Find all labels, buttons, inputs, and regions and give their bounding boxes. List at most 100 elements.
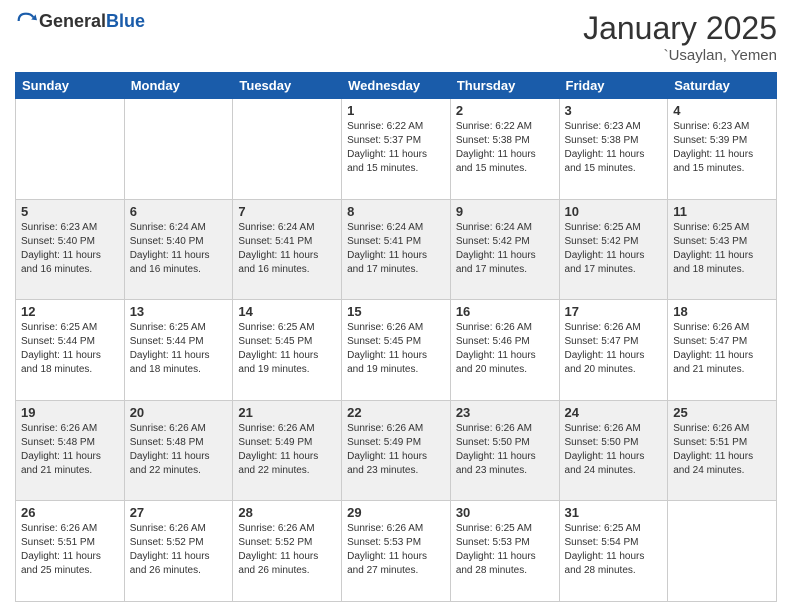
col-sunday: Sunday	[16, 73, 125, 99]
col-wednesday: Wednesday	[342, 73, 451, 99]
table-row: 2 Sunrise: 6:22 AM Sunset: 5:38 PM Daylig…	[450, 99, 559, 200]
table-row: 28 Sunrise: 6:26 AM Sunset: 5:52 PM Dayli…	[233, 501, 342, 602]
table-row: 23 Sunrise: 6:26 AM Sunset: 5:50 PM Dayli…	[450, 400, 559, 501]
calendar-table: Sunday Monday Tuesday Wednesday Thursday…	[15, 72, 777, 602]
day-info: Sunrise: 6:23 AM Sunset: 5:40 PM Dayligh…	[21, 221, 119, 277]
day-number: 26	[21, 505, 119, 520]
table-row: 9 Sunrise: 6:24 AM Sunset: 5:42 PM Daylig…	[450, 199, 559, 300]
day-info: Sunrise: 6:25 AM Sunset: 5:44 PM Dayligh…	[21, 321, 119, 377]
day-info: Sunrise: 6:25 AM Sunset: 5:45 PM Dayligh…	[238, 321, 336, 377]
day-number: 31	[565, 505, 663, 520]
table-row: 27Sunrise: 6:26 AM Sunset: 5:52 PM Dayli…	[124, 501, 233, 602]
col-tuesday: Tuesday	[233, 73, 342, 99]
day-number: 6	[130, 204, 228, 219]
day-number: 21	[238, 405, 336, 420]
day-number: 20	[130, 405, 228, 420]
day-number: 29	[347, 505, 445, 520]
day-number: 3	[565, 103, 663, 118]
table-row	[124, 99, 233, 200]
day-number: 12	[21, 304, 119, 319]
day-info: Sunrise: 6:24 AM Sunset: 5:41 PM Dayligh…	[347, 221, 445, 277]
table-row: 4 Sunrise: 6:23 AM Sunset: 5:39 PM Daylig…	[668, 99, 777, 200]
day-number: 16	[456, 304, 554, 319]
day-number: 4	[673, 103, 771, 118]
month-title: January 2025	[583, 10, 777, 47]
table-row: 12 Sunrise: 6:25 AM Sunset: 5:44 PM Dayli…	[16, 300, 125, 401]
day-info: Sunrise: 6:26 AM Sunset: 5:50 PM Dayligh…	[456, 422, 554, 478]
day-info: Sunrise: 6:25 AM Sunset: 5:42 PM Dayligh…	[565, 221, 663, 277]
location-title: `Usaylan, Yemen	[583, 47, 777, 64]
table-row: 8 Sunrise: 6:24 AM Sunset: 5:41 PM Daylig…	[342, 199, 451, 300]
col-thursday: Thursday	[450, 73, 559, 99]
col-monday: Monday	[124, 73, 233, 99]
day-info: Sunrise: 6:25 AM Sunset: 5:54 PM Dayligh…	[565, 522, 663, 578]
page: GeneralBlue January 2025 `Usaylan, Yemen…	[0, 0, 792, 612]
day-number: 24	[565, 405, 663, 420]
day-info: Sunrise: 6:23 AM Sunset: 5:38 PM Dayligh…	[565, 120, 663, 176]
day-info: Sunrise: 6:26 AM Sunset: 5:53 PM Dayligh…	[347, 522, 445, 578]
day-number: 27	[130, 505, 228, 520]
day-number: 10	[565, 204, 663, 219]
day-number: 28	[238, 505, 336, 520]
day-number: 2	[456, 103, 554, 118]
table-row: 24 Sunrise: 6:26 AM Sunset: 5:50 PM Dayli…	[559, 400, 668, 501]
title-block: January 2025 `Usaylan, Yemen	[583, 10, 777, 64]
day-info: Sunrise: 6:26 AM Sunset: 5:46 PM Dayligh…	[456, 321, 554, 377]
day-number: 13	[130, 304, 228, 319]
table-row: 16 Sunrise: 6:26 AM Sunset: 5:46 PM Dayli…	[450, 300, 559, 401]
day-number: 9	[456, 204, 554, 219]
day-info: Sunrise: 6:25 AM Sunset: 5:44 PM Dayligh…	[130, 321, 228, 377]
day-info: Sunrise: 6:26 AM Sunset: 5:47 PM Dayligh…	[565, 321, 663, 377]
logo-text-general: General	[39, 11, 106, 31]
table-row	[16, 99, 125, 200]
table-row: 20 Sunrise: 6:26 AM Sunset: 5:48 PM Dayli…	[124, 400, 233, 501]
day-info: Sunrise: 6:22 AM Sunset: 5:37 PM Dayligh…	[347, 120, 445, 176]
day-number: 5	[21, 204, 119, 219]
day-info: Sunrise: 6:23 AM Sunset: 5:39 PM Dayligh…	[673, 120, 771, 176]
day-info: Sunrise: 6:26 AM Sunset: 5:49 PM Dayligh…	[347, 422, 445, 478]
table-row: 29 Sunrise: 6:26 AM Sunset: 5:53 PM Dayli…	[342, 501, 451, 602]
table-row	[233, 99, 342, 200]
calendar-week-row: 19 Sunrise: 6:26 AM Sunset: 5:48 PM Dayli…	[16, 400, 777, 501]
day-number: 11	[673, 204, 771, 219]
day-info: Sunrise: 6:26 AM Sunset: 5:45 PM Dayligh…	[347, 321, 445, 377]
logo: GeneralBlue	[15, 10, 145, 32]
day-number: 22	[347, 405, 445, 420]
day-info: Sunrise: 6:26 AM Sunset: 5:48 PM Dayligh…	[130, 422, 228, 478]
table-row: 3 Sunrise: 6:23 AM Sunset: 5:38 PM Daylig…	[559, 99, 668, 200]
day-info: Sunrise: 6:25 AM Sunset: 5:43 PM Dayligh…	[673, 221, 771, 277]
table-row: 19 Sunrise: 6:26 AM Sunset: 5:48 PM Dayli…	[16, 400, 125, 501]
table-row: 30 Sunrise: 6:25 AM Sunset: 5:53 PM Dayli…	[450, 501, 559, 602]
table-row: 11 Sunrise: 6:25 AM Sunset: 5:43 PM Dayli…	[668, 199, 777, 300]
day-number: 8	[347, 204, 445, 219]
table-row: 18 Sunrise: 6:26 AM Sunset: 5:47 PM Dayli…	[668, 300, 777, 401]
day-info: Sunrise: 6:26 AM Sunset: 5:48 PM Dayligh…	[21, 422, 119, 478]
day-info: Sunrise: 6:26 AM Sunset: 5:51 PM Dayligh…	[673, 422, 771, 478]
table-row: 17 Sunrise: 6:26 AM Sunset: 5:47 PM Dayli…	[559, 300, 668, 401]
day-info: Sunrise: 6:26 AM Sunset: 5:50 PM Dayligh…	[565, 422, 663, 478]
day-number: 15	[347, 304, 445, 319]
day-number: 18	[673, 304, 771, 319]
day-number: 30	[456, 505, 554, 520]
table-row: 15 Sunrise: 6:26 AM Sunset: 5:45 PM Dayli…	[342, 300, 451, 401]
calendar-header-row: Sunday Monday Tuesday Wednesday Thursday…	[16, 73, 777, 99]
day-info: Sunrise: 6:24 AM Sunset: 5:41 PM Dayligh…	[238, 221, 336, 277]
day-info: Sunrise: 6:24 AM Sunset: 5:42 PM Dayligh…	[456, 221, 554, 277]
day-info: Sunrise: 6:25 AM Sunset: 5:53 PM Dayligh…	[456, 522, 554, 578]
day-info: Sunrise: 6:22 AM Sunset: 5:38 PM Dayligh…	[456, 120, 554, 176]
header: GeneralBlue January 2025 `Usaylan, Yemen	[15, 10, 777, 64]
day-number: 14	[238, 304, 336, 319]
day-number: 17	[565, 304, 663, 319]
day-number: 19	[21, 405, 119, 420]
day-info: Sunrise: 6:26 AM Sunset: 5:52 PM Dayligh…	[238, 522, 336, 578]
calendar-week-row: 12 Sunrise: 6:25 AM Sunset: 5:44 PM Dayli…	[16, 300, 777, 401]
table-row: 7 Sunrise: 6:24 AM Sunset: 5:41 PM Daylig…	[233, 199, 342, 300]
day-number: 23	[456, 405, 554, 420]
day-number: 7	[238, 204, 336, 219]
day-info: Sunrise: 6:26 AM Sunset: 5:51 PM Dayligh…	[21, 522, 119, 578]
table-row: 5 Sunrise: 6:23 AM Sunset: 5:40 PM Daylig…	[16, 199, 125, 300]
day-number: 25	[673, 405, 771, 420]
day-info: Sunrise: 6:26 AM Sunset: 5:47 PM Dayligh…	[673, 321, 771, 377]
table-row: 25 Sunrise: 6:26 AM Sunset: 5:51 PM Dayli…	[668, 400, 777, 501]
calendar-week-row: 5 Sunrise: 6:23 AM Sunset: 5:40 PM Daylig…	[16, 199, 777, 300]
